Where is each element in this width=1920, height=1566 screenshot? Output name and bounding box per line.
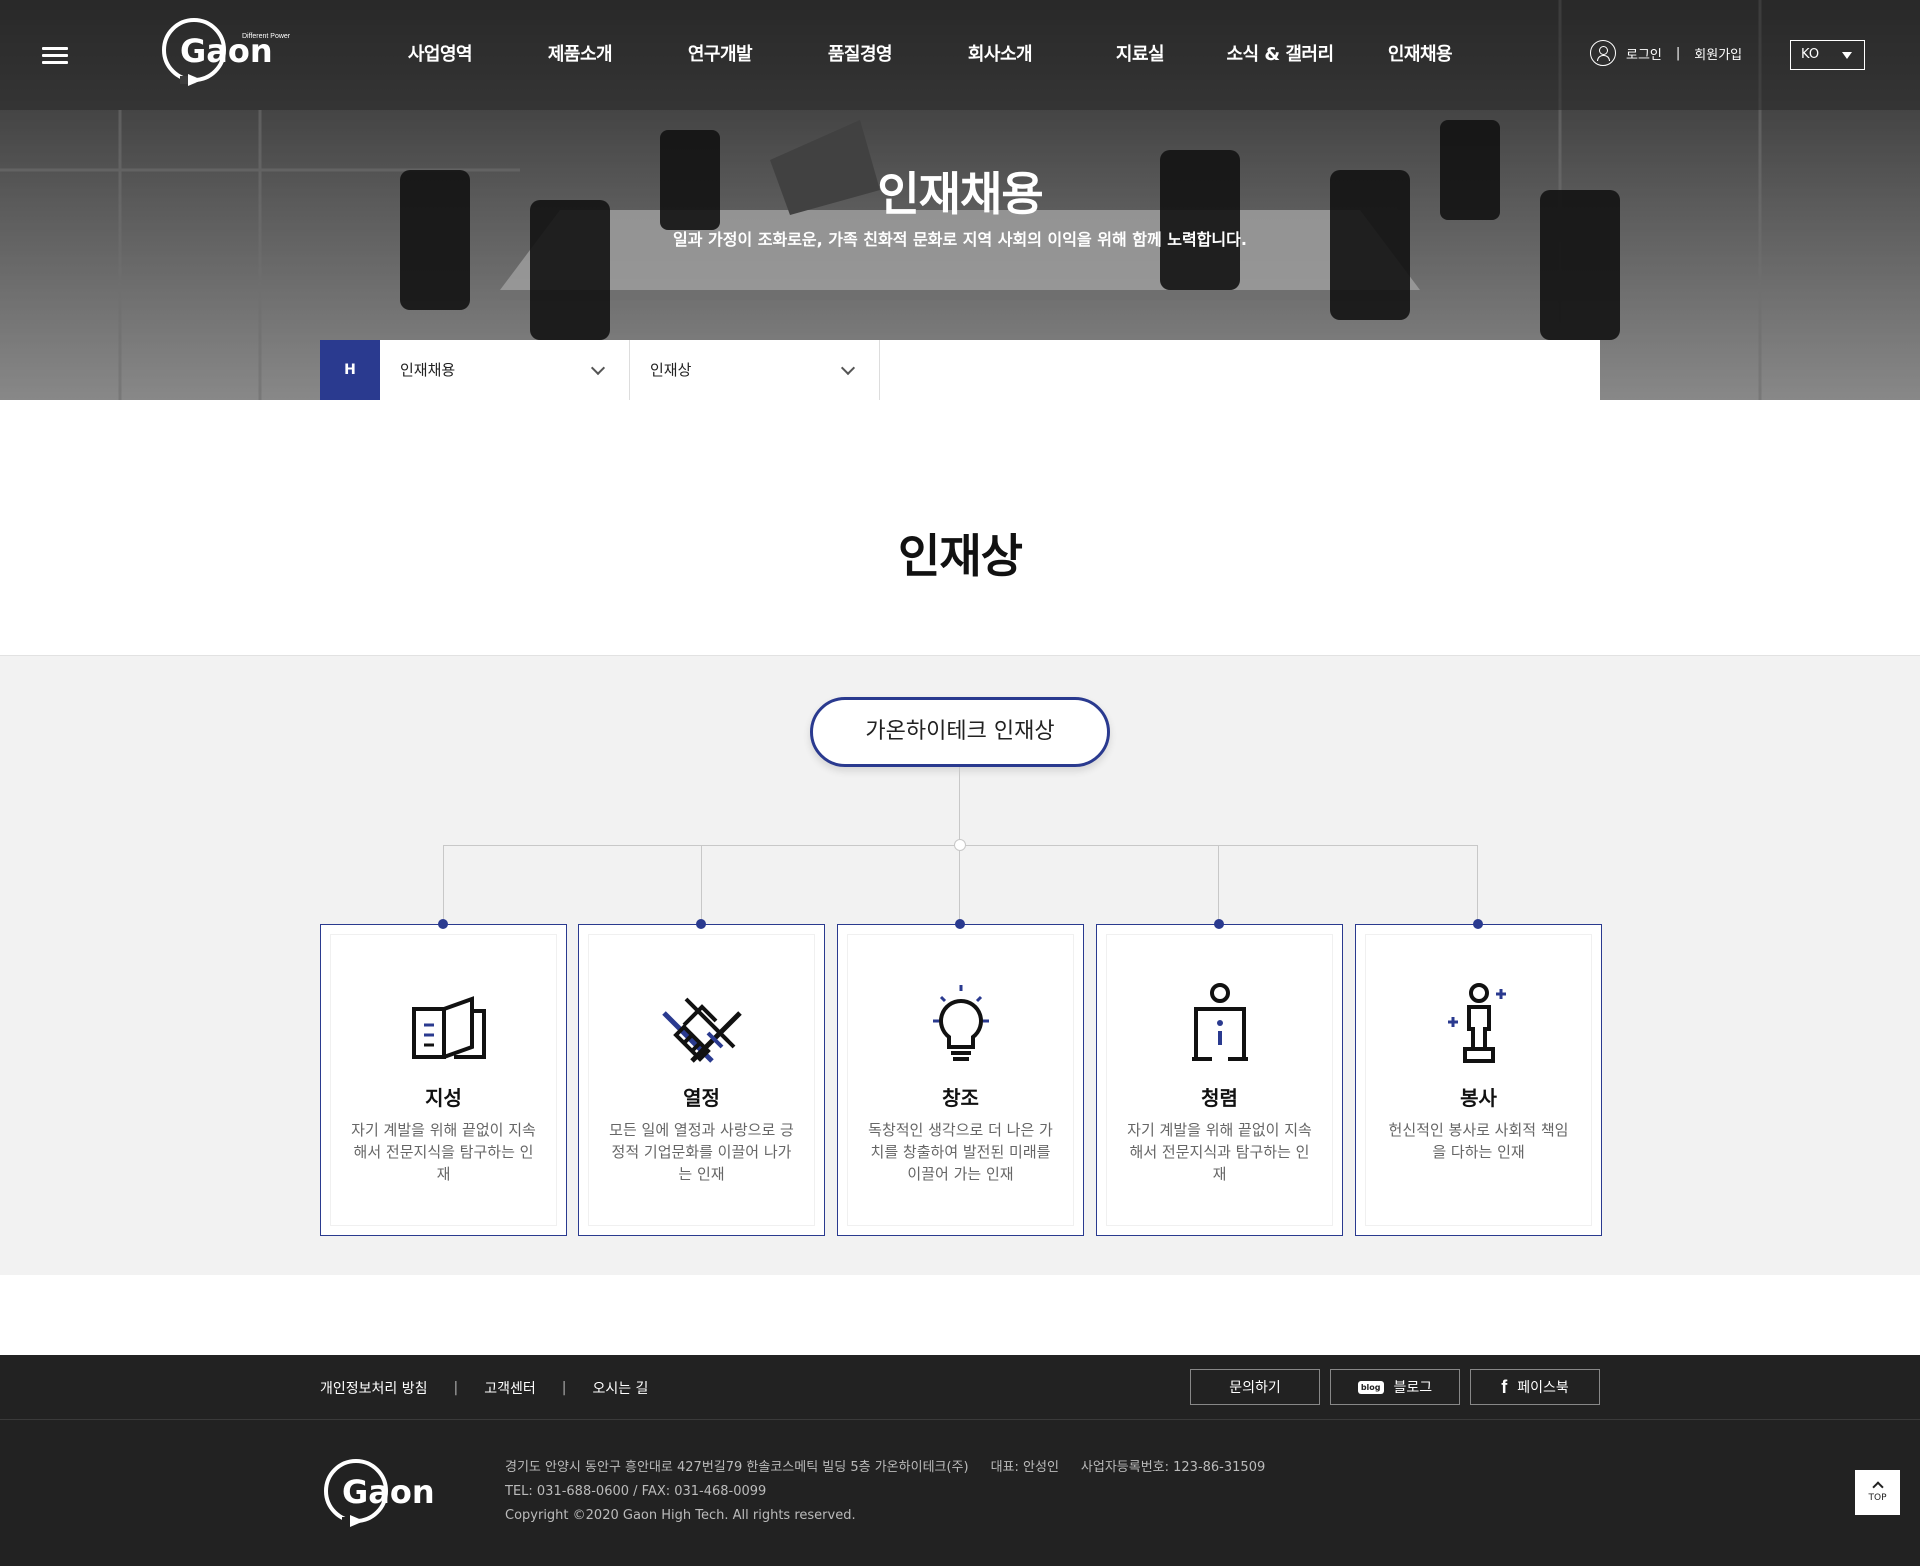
- copyright: Copyright ©2020 Gaon High Tech. All righ…: [505, 1508, 856, 1523]
- location-bar: H 인재채용 인재상: [320, 340, 1600, 400]
- card-title: 봉사: [1460, 1086, 1497, 1110]
- info-person-icon: [1192, 983, 1248, 1061]
- user-utility: 로그인 | 회원가입: [1590, 40, 1742, 66]
- company-bizno: 사업자등록번호: 123-86-31509: [1080, 1460, 1266, 1475]
- footer-gaon-logo[interactable]: Gaon: [320, 1455, 455, 1527]
- company-info-line1: 경기도 안양시 동안구 흥안대로 427번길79 한솔코스메틱 빌딩 5층 가온…: [505, 1456, 1265, 1480]
- card-dot: [1473, 919, 1483, 929]
- nav-item-rnd[interactable]: 연구개발: [650, 0, 790, 110]
- privacy-policy-link[interactable]: 개인정보처리 방침: [320, 1378, 428, 1398]
- blog-button[interactable]: blog 블로그: [1330, 1369, 1460, 1405]
- lightbulb-icon: [933, 985, 989, 1061]
- card-description: 자기 계발을 위해 끝없이 지속해서 전문지식을 탐구하는 인재: [351, 1121, 536, 1183]
- footer-bottom: Gaon 경기도 안양시 동안구 흥안대로 427번길79 한솔코스메틱 빌딩 …: [0, 1420, 1920, 1566]
- hero-subtitle: 일과 가정이 조화로운, 가족 친화적 문화로 지역 사회의 이익을 위해 함께…: [673, 230, 1247, 249]
- card-description: 헌신적인 봉사로 사회적 책임을 다하는 인재: [1388, 1121, 1569, 1161]
- tree-connector: [1477, 845, 1478, 924]
- talent-card-passion: 열정 모든 일에 열정과 사랑으로 긍정적 기업문화를 이끌어 나가는 인재: [578, 919, 825, 1236]
- talent-heading-pill: 가온하이테크 인재상: [810, 697, 1110, 767]
- facebook-button[interactable]: f 페이스북: [1470, 1369, 1600, 1405]
- chevron-down-icon: [590, 360, 606, 376]
- trophy-person-icon: [1448, 983, 1506, 1063]
- footer-top: 개인정보처리 방침 | 고객센터 | 오시는 길 문의하기 blog 블로그 f…: [0, 1355, 1920, 1420]
- location-menu1-label: 인재채용: [400, 361, 456, 379]
- tree-connector: [443, 845, 444, 924]
- caret-down-icon: [1842, 52, 1852, 59]
- nav-item-recruit[interactable]: 인재채용: [1350, 0, 1490, 110]
- facebook-button-label: 페이스북: [1517, 1380, 1569, 1396]
- signup-link[interactable]: 회원가입: [1694, 44, 1742, 63]
- nav-item-news-gallery[interactable]: 소식 & 갤러리: [1210, 0, 1350, 110]
- talent-card-intellect: 지성 자기 계발을 위해 끝없이 지속해서 전문지식을 탐구하는 인재: [320, 919, 567, 1236]
- card-title: 열정: [683, 1086, 720, 1110]
- contact-button-label: 문의하기: [1229, 1380, 1281, 1396]
- card-title: 지성: [425, 1086, 462, 1110]
- nav-item-company[interactable]: 회사소개: [930, 0, 1070, 110]
- footer-separator: |: [453, 1379, 459, 1396]
- tree-connector: [959, 845, 960, 924]
- facebook-icon: f: [1501, 1376, 1508, 1397]
- blog-button-label: 블로그: [1393, 1380, 1433, 1396]
- chevron-down-icon: [840, 360, 856, 376]
- talent-card-creativity: 창조 독창적인 생각으로 더 나은 가치를 창출하여 발전된 미래를 이끌어 가…: [837, 919, 1084, 1236]
- scroll-top-button[interactable]: TOP: [1855, 1470, 1900, 1515]
- card-title: 청렴: [1201, 1086, 1238, 1110]
- location-menu1-select[interactable]: 인재채용: [380, 340, 630, 400]
- svg-text:Gaon: Gaon: [342, 1473, 435, 1511]
- tree-connector: [1218, 845, 1219, 924]
- directions-link[interactable]: 오시는 길: [592, 1378, 648, 1398]
- talent-card-service: 봉사 헌신적인 봉사로 사회적 책임을 다하는 인재: [1355, 919, 1602, 1236]
- logo-tagline: Different Power: [242, 33, 291, 40]
- nav-item-products[interactable]: 제품소개: [510, 0, 650, 110]
- nav-item-quality[interactable]: 품질경영: [790, 0, 930, 110]
- card-dot: [438, 919, 448, 929]
- card-title: 창조: [942, 1086, 979, 1110]
- card-description: 자기 계발을 위해 끝없이 지속해서 전문지식과 탐구하는 인재: [1127, 1121, 1312, 1183]
- company-tel-fax: TEL: 031-688-0600 / FAX: 031-468-0099: [505, 1484, 767, 1499]
- nav-item-business[interactable]: 사업영역: [370, 0, 510, 110]
- location-menu2-label: 인재상: [650, 361, 692, 379]
- contact-button[interactable]: 문의하기: [1190, 1369, 1320, 1405]
- footer-links: 개인정보처리 방침 | 고객센터 | 오시는 길: [320, 1355, 648, 1420]
- language-select[interactable]: KO: [1790, 40, 1865, 70]
- blog-icon: blog: [1357, 1380, 1384, 1394]
- hero-title: 인재채용: [877, 167, 1043, 221]
- card-dot: [696, 919, 706, 929]
- scroll-top-label: TOP: [1868, 1493, 1887, 1503]
- company-address: 경기도 안양시 동안구 흥안대로 427번길79 한솔코스메틱 빌딩 5층 가온…: [505, 1460, 969, 1475]
- home-button[interactable]: H: [320, 340, 380, 400]
- card-description: 모든 일에 열정과 사랑으로 긍정적 기업문화를 이끌어 나가는 인재: [609, 1121, 794, 1183]
- card-dot: [955, 919, 965, 929]
- talent-card-integrity: 청렴 자기 계발을 위해 끝없이 지속해서 전문지식과 탐구하는 인재: [1096, 919, 1343, 1236]
- handshake-icon: [662, 997, 742, 1063]
- language-value: KO: [1801, 47, 1820, 62]
- location-menu2-select[interactable]: 인재상: [630, 340, 880, 400]
- company-info: 경기도 안양시 동안구 흥안대로 427번길79 한솔코스메틱 빌딩 5층 가온…: [505, 1456, 1265, 1528]
- tree-connector: [701, 845, 702, 924]
- top-navigation-bar: Gaon Different Power 사업영역 제품소개 연구개발 품질경영…: [0, 0, 1920, 110]
- customer-center-link[interactable]: 고객센터: [484, 1378, 536, 1398]
- login-link[interactable]: 로그인: [1626, 44, 1662, 63]
- section-title: 인재상: [898, 529, 1023, 583]
- hamburger-menu-icon[interactable]: [42, 47, 68, 65]
- tree-junction-dot: [954, 839, 966, 851]
- footer-separator: |: [561, 1379, 567, 1396]
- nav-item-resources[interactable]: 지료실: [1070, 0, 1210, 110]
- card-description: 독창적인 생각으로 더 나은 가치를 창출하여 발전된 미래를 이끌어 가는 인…: [868, 1121, 1053, 1183]
- main-navigation: 사업영역 제품소개 연구개발 품질경영 회사소개 지료실 소식 & 갤러리 인재…: [370, 0, 1490, 110]
- tree-connector: [959, 767, 960, 845]
- company-ceo: 대표: 안성인: [990, 1460, 1059, 1475]
- user-icon[interactable]: [1590, 40, 1616, 66]
- hero-banner: Gaon Different Power 사업영역 제품소개 연구개발 품질경영…: [0, 0, 1920, 400]
- book-icon: [412, 996, 486, 1059]
- arrow-up-icon: [1871, 1481, 1884, 1493]
- gaon-logo[interactable]: Gaon: [158, 14, 293, 86]
- card-dot: [1214, 919, 1224, 929]
- util-separator: |: [1675, 45, 1681, 61]
